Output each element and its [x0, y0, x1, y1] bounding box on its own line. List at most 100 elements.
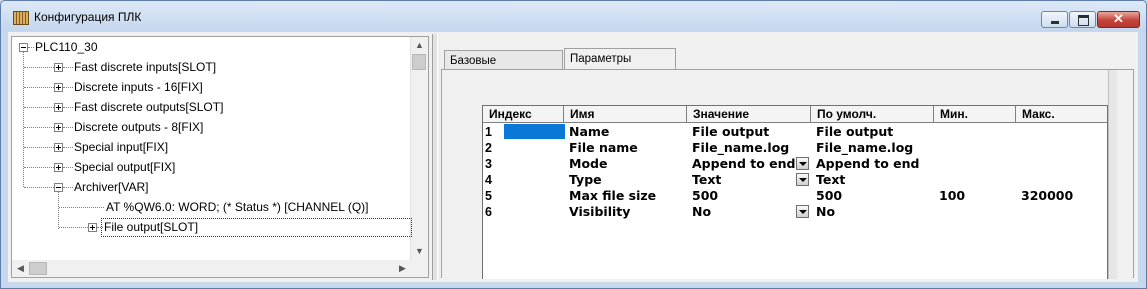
minimize-icon [1051, 21, 1059, 24]
expand-icon[interactable] [88, 223, 97, 232]
expand-icon[interactable] [54, 63, 63, 72]
window-title: Конфигурация ПЛК [34, 10, 142, 24]
scroll-up-arrow-icon[interactable]: ▲ [411, 37, 428, 54]
grid-cell-name: Max file size [569, 188, 657, 203]
tree-connector [24, 127, 54, 128]
tree-item-label: Special input[FIX] [74, 140, 169, 154]
tree-connector [63, 147, 73, 148]
grid-cell-name: Mode [569, 156, 608, 171]
tree-item-label: Fast discrete inputs[SLOT] [74, 60, 217, 74]
scroll-left-arrow-icon[interactable]: ◀ [12, 260, 29, 277]
dropdown-arrow-icon[interactable] [796, 173, 809, 186]
tree-connector [63, 127, 73, 128]
tree-connector [24, 87, 54, 88]
tree-connector [63, 67, 73, 68]
column-header[interactable]: Макс. [1016, 106, 1107, 123]
column-header[interactable]: Индекс [483, 106, 564, 123]
column-header[interactable]: Мин. [934, 106, 1016, 123]
tree-connector [63, 87, 73, 88]
scroll-down-arrow-icon[interactable]: ▼ [411, 243, 428, 260]
close-button[interactable]: ✕ [1097, 11, 1140, 28]
plc-app-icon [13, 11, 29, 25]
tree-connector [28, 47, 34, 48]
scroll-corner [411, 260, 428, 277]
maximize-button[interactable] [1069, 11, 1096, 28]
tree-item-label: AT %QW6.0: WORD; (* Status *) [CHANNEL (… [106, 200, 369, 214]
tab-module-params[interactable]: Параметры модуля [564, 48, 676, 85]
tree-connector [24, 167, 54, 168]
grid-cell-default: 500 [816, 188, 843, 203]
tree-item-label: Archiver[VAR] [74, 180, 149, 194]
grid-cell-max: 320000 [1021, 188, 1074, 203]
grid-cell-value[interactable]: Append to end [692, 156, 796, 172]
tab-basic-params[interactable]: Базовые параметры [444, 50, 563, 87]
tree-connector [58, 192, 59, 229]
grid-cell-value[interactable]: 500 [692, 188, 718, 204]
tree-vertical-scrollbar[interactable]: ▲ ▼ [410, 37, 428, 260]
title-bar[interactable]: Конфигурация ПЛК ✕ [1, 1, 1146, 31]
tree-item-label: Special output[FIX] [74, 160, 176, 174]
grid-cell-default: No [816, 204, 836, 219]
expand-icon[interactable] [54, 103, 63, 112]
tree-item-label: Discrete outputs - 8[FIX] [74, 120, 204, 134]
tree-connector [24, 187, 54, 188]
tree-connector [24, 107, 54, 108]
tree-connector [63, 167, 73, 168]
grid-cell-value[interactable]: File output [692, 124, 769, 140]
grid-cell-default: Text [816, 172, 846, 187]
grid-scrollbar[interactable] [1108, 70, 1117, 279]
tree-item-label: Discrete inputs - 16[FIX] [74, 80, 203, 94]
dropdown-arrow-icon[interactable] [796, 205, 809, 218]
maximize-icon [1078, 15, 1089, 26]
grid-cell-index: 3 [485, 157, 492, 171]
tree-horizontal-scroll-thumb[interactable] [29, 262, 47, 275]
tree-horizontal-scrollbar[interactable]: ◀ ▶ [12, 260, 411, 277]
tree-connector [63, 107, 73, 108]
selected-cell-highlight [504, 124, 565, 139]
plc-config-window: Конфигурация ПЛК ✕ ▲ ▼ ◀ ▶ PLC110_30 Fast… [0, 0, 1147, 289]
tree-connector [59, 207, 104, 208]
minimize-button[interactable] [1041, 11, 1068, 28]
tree-connector [63, 187, 73, 188]
column-header[interactable]: По умолч. [811, 106, 934, 123]
pane-splitter[interactable] [432, 34, 438, 280]
grid-cell-index: 5 [485, 189, 492, 203]
grid-cell-index: 4 [485, 173, 492, 187]
grid-cell-name: Type [569, 172, 602, 187]
grid-cell-index: 1 [485, 125, 492, 139]
column-header[interactable]: Значение [687, 106, 811, 123]
grid-cell-name: File name [569, 140, 638, 155]
grid-cell-name: Name [569, 124, 610, 139]
tree-connector [24, 147, 54, 148]
module-params-panel: Индекс Имя Значение По умолч. Мин. Макс. 1 Name… [441, 69, 1134, 279]
tree-selection-box [101, 218, 412, 237]
expand-icon[interactable] [54, 83, 63, 92]
close-icon: ✕ [1113, 11, 1124, 26]
grid-cell-index: 2 [485, 141, 492, 155]
expand-icon[interactable] [54, 143, 63, 152]
params-grid[interactable]: Индекс Имя Значение По умолч. Мин. Макс. 1 Name… [482, 105, 1108, 279]
grid-cell-name: Visibility [569, 204, 631, 219]
grid-cell-default: Append to end [816, 156, 920, 171]
config-tree[interactable]: ▲ ▼ ◀ ▶ PLC110_30 Fast discrete inputs[SL… [11, 36, 429, 278]
dropdown-arrow-icon[interactable] [796, 157, 809, 170]
tree-item-label: Fast discrete outputs[SLOT] [74, 100, 224, 114]
grid-cell-default: File_name.log [816, 140, 914, 155]
expand-icon[interactable] [54, 123, 63, 132]
expand-icon[interactable] [54, 163, 63, 172]
grid-cell-value[interactable]: File_name.log [692, 140, 789, 156]
grid-cell-value[interactable]: No [692, 204, 711, 220]
client-area: ▲ ▼ ◀ ▶ PLC110_30 Fast discrete inputs[SL… [8, 32, 1138, 282]
tree-connector [24, 67, 54, 68]
tree-connector [59, 227, 88, 228]
column-header[interactable]: Имя [564, 106, 687, 123]
grid-cell-index: 6 [485, 205, 492, 219]
tree-vertical-scroll-thumb[interactable] [412, 54, 426, 70]
tree-root-label: PLC110_30 [35, 40, 98, 54]
scroll-right-arrow-icon[interactable]: ▶ [394, 260, 411, 277]
grid-cell-value[interactable]: Text [692, 172, 721, 188]
module-tabs: Базовые параметры Параметры модуля Индек… [441, 36, 1136, 279]
grid-cell-min: 100 [939, 188, 966, 203]
collapse-icon[interactable] [54, 183, 63, 192]
grid-cell-default: File output [816, 124, 894, 139]
